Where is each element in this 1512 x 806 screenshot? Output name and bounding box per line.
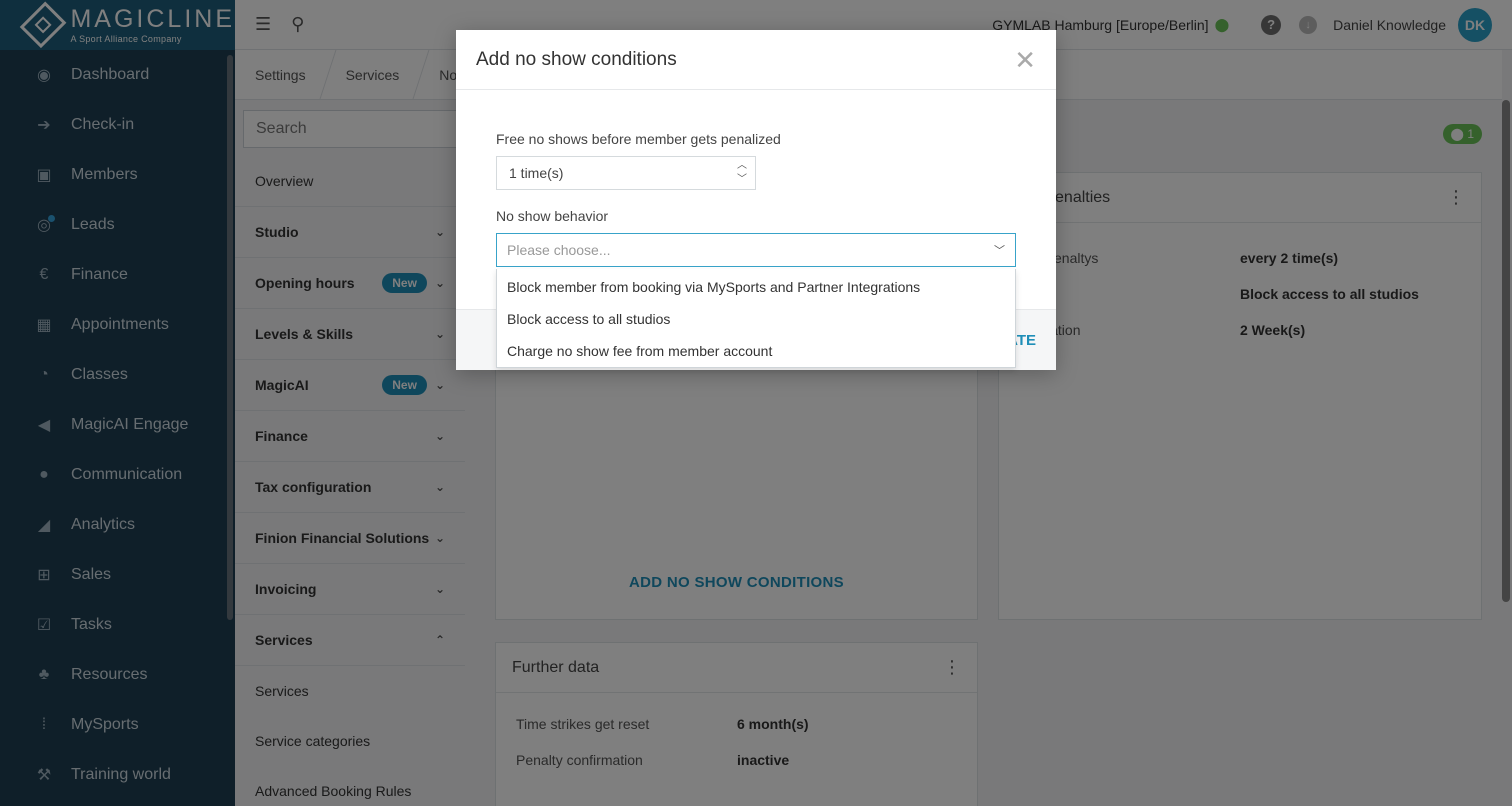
free-no-shows-value: 1 time(s) xyxy=(509,165,564,181)
decrement-icon[interactable]: ﹀ xyxy=(737,173,747,187)
behavior-dropdown-menu: Block member from booking via MySports a… xyxy=(496,269,1016,368)
dialog-title: Add no show conditions xyxy=(476,48,677,70)
dropdown-option[interactable]: Block member from booking via MySports a… xyxy=(497,269,1015,303)
add-no-show-conditions-dialog: Add no show conditions ✕ Free no shows b… xyxy=(456,30,1056,370)
dropdown-option[interactable]: Block access to all studios xyxy=(497,303,1015,335)
no-show-behavior-select[interactable]: Please choose... ﹀ xyxy=(496,233,1016,267)
free-no-shows-stepper[interactable]: 1 time(s) ︿ ﹀ xyxy=(496,156,756,190)
select-placeholder: Please choose... xyxy=(507,242,611,258)
chevron-down-icon: ﹀ xyxy=(994,245,1005,257)
close-icon[interactable]: ✕ xyxy=(1014,47,1036,73)
dropdown-option[interactable]: Charge no show fee from member account xyxy=(497,335,1015,367)
free-no-shows-label: Free no shows before member gets penaliz… xyxy=(496,131,781,147)
no-show-behavior-label: No show behavior xyxy=(496,208,609,224)
increment-icon[interactable]: ︿ xyxy=(737,159,747,173)
